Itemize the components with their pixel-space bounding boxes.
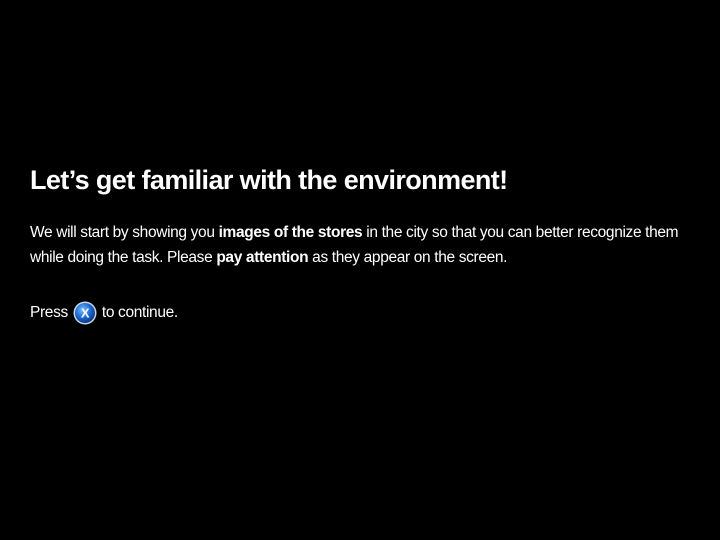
instructions-text-3: as they appear on the screen. <box>308 249 508 266</box>
continue-label: to continue. <box>101 304 178 321</box>
x-button-icon[interactable]: X <box>73 301 97 325</box>
continue-prompt: Press X to continue. <box>30 300 692 325</box>
page-title: Let’s get familiar with the environment! <box>30 165 508 195</box>
instructions-emphasis-stores: images of the stores <box>218 224 363 241</box>
press-label: Press <box>30 304 68 321</box>
instructions-emphasis-attention: pay attention <box>216 249 309 266</box>
x-button-glyph: X <box>81 305 90 320</box>
instruction-screen: Let’s get familiar with the environment!… <box>0 0 720 540</box>
instruction-content: Let’s get familiar with the environment!… <box>30 160 692 325</box>
instructions-paragraph: We will start by showing you images of t… <box>30 220 692 270</box>
instructions-text-1: We will start by showing you <box>30 224 219 241</box>
